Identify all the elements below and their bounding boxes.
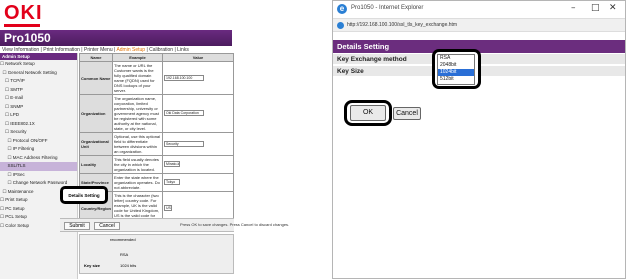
sidebar-item[interactable]: ☐ IEEE802.1X [0,120,77,129]
key-size-value: 1024 bits [120,263,137,268]
value-field[interactable]: 192.168.100.100 [164,74,204,81]
minimize-icon[interactable]: – [571,3,576,13]
submit-button[interactable]: Submit [64,222,90,230]
value-field[interactable]: Oki Data Corporation [164,110,204,116]
dropdown-option[interactable]: RSA [438,55,474,62]
cancel-button[interactable]: Cancel [94,222,120,230]
value-field[interactable]: Minato-ku [164,161,180,167]
sidebar-item[interactable]: ☐ Network Setup [0,60,77,69]
sidebar-items: ☐ Network Setup ☐ General Network Settin… [0,60,77,230]
row-value-cell: 192.168.100.100 [162,61,234,95]
sidebar-item[interactable]: ☐ PC Setup [0,205,77,214]
web-config-page: OKI Pro1050 View Information | Print Inf… [0,0,312,279]
section-title: Details Setting [337,42,390,51]
row-label: Common Name [79,61,113,95]
sidebar: Admin Setup ☐ Network Setup ☐ General Ne… [0,53,78,279]
row-description: The name or URL the Customer wants is th… [112,61,163,95]
key-size-label: Key Size [337,68,364,75]
value-field[interactable]: US [164,204,172,211]
ssl-settings-panel: Name Example Value Common Name The name o… [79,53,234,279]
sidebar-item[interactable]: ☐ SNMP [0,103,77,112]
table-row: Organization The organization name, corpo… [79,94,234,133]
dropdown-option[interactable]: 1024bit [438,69,474,76]
window-titlebar: e Pro1050 - Internet Explorer – □ ✕ [333,1,625,18]
details-setting-button[interactable]: Details Setting [60,186,108,204]
sidebar-item[interactable]: ☐ TCP/IP [0,77,77,86]
row-label: Organizational Unit [79,132,113,156]
action-bar: Submit Cancel Press OK to save changes. … [60,218,289,232]
value-field[interactable]: Tokyo [164,179,180,185]
sidebar-item[interactable]: ☐ Security [0,128,77,137]
address-bar: http://192.168.100.100/ssl_tls_key_excha… [333,18,625,32]
ie-popup-window: e Pro1050 - Internet Explorer – □ ✕ http… [332,0,626,279]
oki-logo: OKI [4,2,43,24]
row-label: Organization [79,94,113,133]
recommended-text: recommended [110,237,136,242]
sidebar-item[interactable]: ☐ LPD [0,111,77,120]
table-row: Locality This field usually denotes the c… [79,155,234,174]
detail-info-panel: recommended RSA Key size 1024 bits [79,234,234,274]
key-size-label: Key size [84,263,101,268]
sidebar-item[interactable]: ☐ Protocol ON/OFF [0,137,77,146]
window-title: Pro1050 - Internet Explorer [351,5,424,11]
row-label: Locality [79,155,113,174]
sidebar-item[interactable]: ☐ General Network Setting [0,69,77,78]
ie-icon: e [337,4,347,14]
value-field[interactable]: Security [164,140,204,147]
sidebar-item[interactable]: ☐ MAC Address Filtering [0,154,77,163]
table-row: Common Name The name or URL the Customer … [79,61,234,95]
dropdown-option[interactable]: 2048bit [438,62,474,69]
col-example-header: Example [112,53,163,62]
row-value-cell: Minato-ku [162,155,234,174]
table-row: Organizational Unit Optional, use this op… [79,132,234,156]
sidebar-item[interactable]: SSL/TLS [0,162,77,171]
dropdown-option[interactable]: 512bit [438,76,474,83]
close-icon[interactable]: ✕ [609,3,617,13]
row-description: The organization name, corporation, limi… [112,94,163,133]
row-value-cell: Oki Data Corporation [162,94,234,133]
maximize-icon[interactable]: □ [591,3,600,13]
save-hint: Press OK to save changes. Press Cancel t… [180,222,290,227]
key-exchange-label: Key Exchange method [337,56,407,63]
row-value-cell: Tokyo [162,173,234,192]
key-size-dropdown[interactable]: RSA 2048bit 1024bit 512bit [437,54,475,85]
row-description: Optional, use this optional field to dif… [112,132,163,156]
row-description: This field usually denotes the city in w… [112,155,163,174]
sidebar-item[interactable]: ☐ E-mail [0,94,77,103]
col-value-header: Value [162,53,234,62]
sidebar-item[interactable]: ☐ IPSec [0,171,77,180]
cancel-button[interactable]: Cancel [393,107,421,120]
rsa-value: RSA [120,252,129,257]
row-value-cell: Security [162,132,234,156]
model-name: Pro1050 [4,31,51,45]
row-description: Enter the state where the organization o… [112,173,163,192]
sidebar-item[interactable]: ☐ IP Filtering [0,145,77,154]
col-name-header: Name [79,53,113,62]
page-icon [337,22,344,29]
sidebar-item[interactable]: ☐ SMTP [0,86,77,95]
address-url[interactable]: http://192.168.100.100/ssl_tls_key_excha… [347,22,457,28]
logo-underline [4,24,40,27]
sidebar-header: Admin Setup [0,53,77,60]
ok-button[interactable]: OK [350,105,386,121]
